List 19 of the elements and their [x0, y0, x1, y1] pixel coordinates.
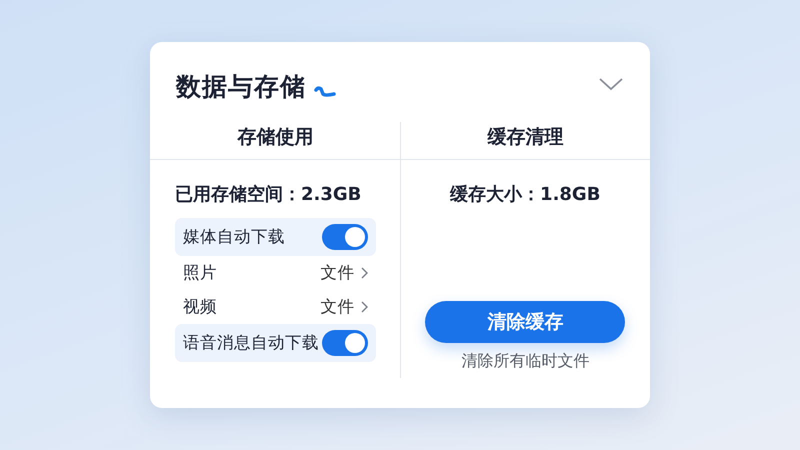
card-title: 数据与存储: [176, 70, 306, 102]
section-heading: 缓存清理: [400, 122, 650, 160]
chevron-right-icon[interactable]: [360, 267, 368, 279]
setting-label: 媒体自动下载: [183, 226, 286, 248]
setting-label: 语音消息自动下载: [183, 332, 320, 354]
file-link[interactable]: 文件: [320, 296, 354, 318]
file-link[interactable]: 文件: [320, 262, 354, 284]
clear-cache-button[interactable]: 清除缓存: [425, 301, 626, 343]
chevron-right-icon[interactable]: [360, 301, 368, 313]
setting-label: 照片: [183, 262, 218, 284]
storage-used-text: 已用存储空间：2.3GB: [175, 183, 362, 206]
toggle-switch[interactable]: [322, 330, 368, 356]
section-heading: 存储使用: [150, 122, 400, 160]
setting-label: 视频: [183, 296, 218, 318]
button-caption: 清除所有临时文件: [461, 351, 590, 372]
chevron-icon[interactable]: [598, 77, 624, 91]
toggle-switch[interactable]: [322, 224, 368, 250]
squiggle-icon: [314, 86, 336, 98]
cache-size-text: 缓存大小：1.8GB: [450, 183, 600, 206]
